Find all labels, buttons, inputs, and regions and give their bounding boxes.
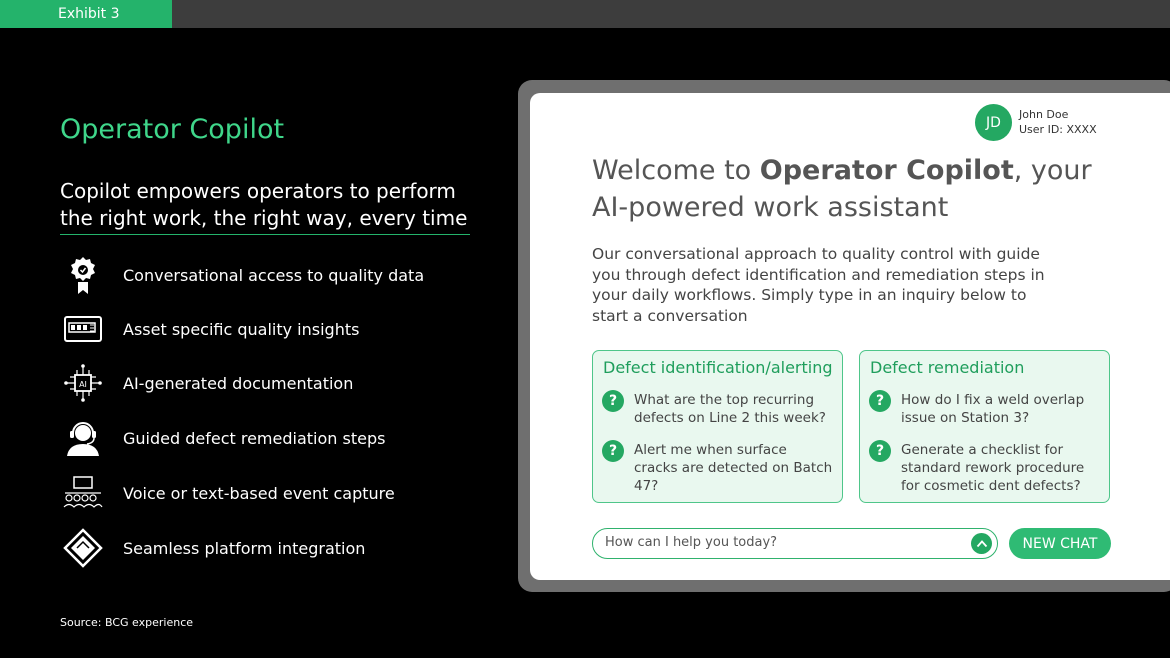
feature-item: AI AI-generated documentation (60, 360, 353, 406)
welcome-prefix: Welcome to (592, 155, 760, 186)
suggested-question[interactable]: ? Alert me when surface cracks are detec… (602, 440, 834, 495)
user-id: User ID: XXXX (1019, 123, 1097, 136)
feature-label: Asset specific quality insights (123, 319, 360, 339)
chat-input[interactable] (605, 535, 965, 550)
suggested-question[interactable]: ? How do I fix a weld overlap issue on S… (869, 390, 1101, 427)
welcome-heading: Welcome to Operator Copilot, your AI-pow… (592, 152, 1112, 226)
feature-item: Conversational access to quality data (60, 252, 424, 298)
page-title: Operator Copilot (60, 114, 285, 145)
feature-item: Seamless platform integration (60, 525, 365, 571)
svg-text:AI: AI (79, 380, 87, 389)
question-icon: ? (602, 440, 624, 462)
question-text: Alert me when surface cracks are detecte… (634, 442, 833, 494)
welcome-brand: Operator Copilot (759, 155, 1014, 186)
question-text: What are the top recurring defects on Li… (634, 392, 826, 426)
chat-input-box (592, 528, 998, 559)
chevron-up-icon (976, 540, 987, 548)
source-note: Source: BCG experience (60, 616, 194, 629)
award-icon (60, 252, 106, 298)
send-button[interactable] (971, 533, 992, 554)
card-title: Defect identification/alerting (603, 358, 833, 377)
feature-label: Seamless platform integration (123, 538, 366, 558)
card-title: Defect remediation (870, 358, 1025, 377)
page-subtitle: Copilot empowers operators to perform th… (60, 178, 470, 235)
asset-card-icon (60, 306, 106, 352)
top-bar (0, 0, 1170, 28)
suggested-question[interactable]: ? Generate a checklist for standard rewo… (869, 440, 1101, 495)
feature-label: Guided defect remediation steps (123, 428, 386, 448)
exhibit-label: Exhibit 3 (0, 0, 172, 28)
avatar[interactable]: JD (975, 104, 1012, 141)
question-text: How do I fix a weld overlap issue on Sta… (901, 392, 1085, 426)
feature-item: Guided defect remediation steps (60, 415, 385, 461)
question-text: Generate a checklist for standard rework… (901, 442, 1085, 494)
platform-integration-icon (60, 525, 106, 571)
card-defect-remediation: Defect remediation ? How do I fix a weld… (859, 350, 1110, 503)
feature-label: AI-generated documentation (123, 373, 354, 393)
intro-text: Our conversational approach to quality c… (592, 245, 1045, 325)
voice-capture-icon (60, 470, 106, 516)
headset-operator-icon (60, 415, 106, 461)
suggested-question[interactable]: ? What are the top recurring defects on … (602, 390, 834, 427)
feature-label: Voice or text-based event capture (123, 483, 395, 503)
question-icon: ? (869, 390, 891, 412)
card-defect-identification: Defect identification/alerting ? What ar… (592, 350, 843, 503)
feature-item: Voice or text-based event capture (60, 470, 395, 516)
ai-chip-icon: AI (60, 360, 106, 406)
user-name: John Doe (1019, 108, 1069, 121)
feature-label: Conversational access to quality data (123, 265, 425, 285)
question-icon: ? (869, 440, 891, 462)
new-chat-button[interactable]: NEW CHAT (1009, 528, 1111, 559)
question-icon: ? (602, 390, 624, 412)
feature-item: Asset specific quality insights (60, 306, 359, 352)
